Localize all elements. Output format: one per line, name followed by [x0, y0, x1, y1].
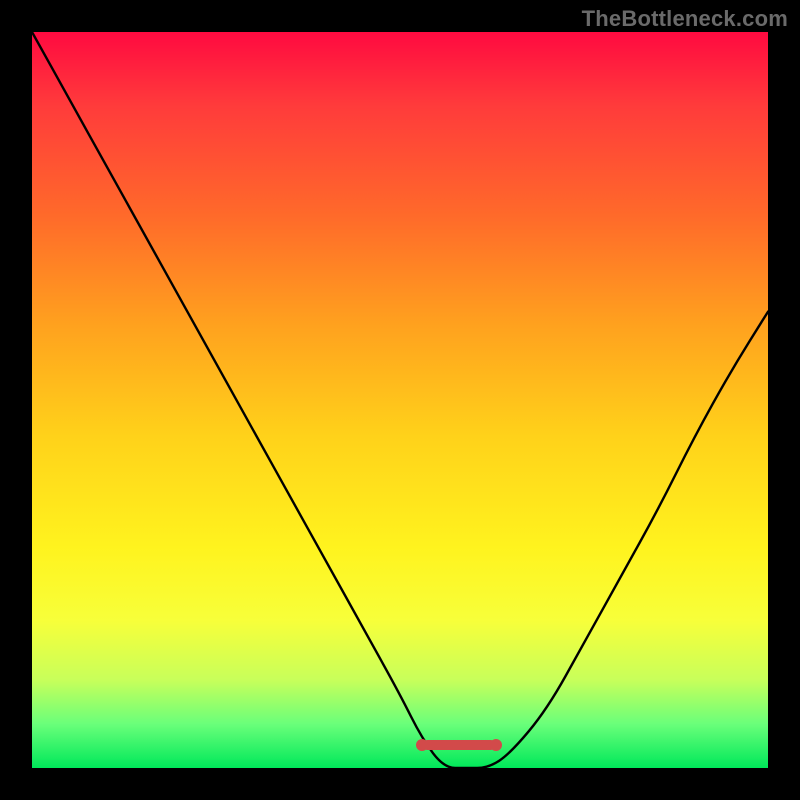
plot-area [32, 32, 768, 768]
optimal-range-dot-left [416, 739, 428, 751]
chart-frame: TheBottleneck.com [0, 0, 800, 800]
bottleneck-curve [32, 32, 768, 768]
optimal-range-dot-right [490, 739, 502, 751]
optimal-range-marker [422, 740, 496, 750]
curve-path [32, 32, 768, 768]
watermark-text: TheBottleneck.com [582, 6, 788, 32]
